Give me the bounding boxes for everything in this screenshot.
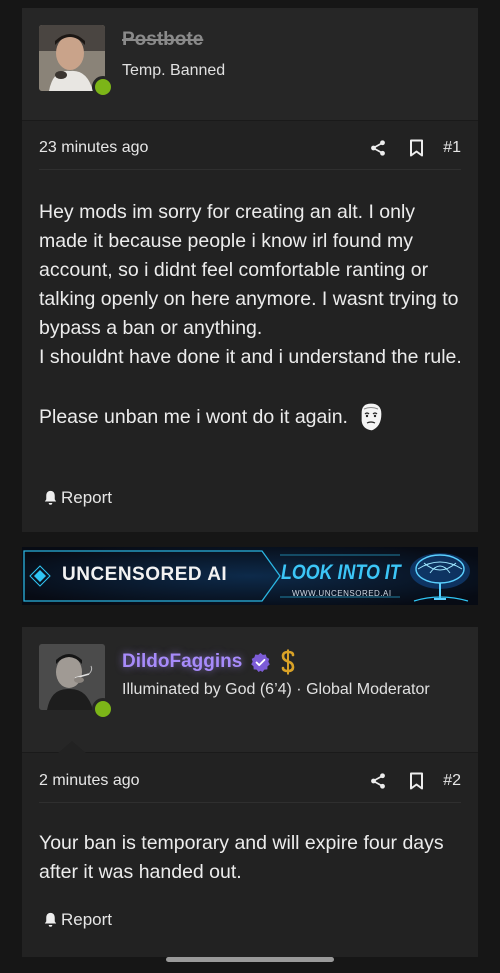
post-timestamp[interactable]: 23 minutes ago [39, 139, 359, 157]
post-paragraph: Hey mods im sorry for creating an alt. I… [39, 201, 459, 339]
online-status-dot [92, 698, 114, 720]
post-timestamp[interactable]: 2 minutes ago [39, 772, 359, 790]
ad-cta-text: LOOK INTO IT [281, 561, 401, 584]
username[interactable]: Postbote [122, 29, 203, 51]
post-number-link[interactable]: #1 [443, 139, 461, 157]
dollar-icon [280, 649, 296, 675]
report-label: Report [61, 910, 113, 929]
ad-brand-text: UNCENSORED AI [62, 564, 228, 585]
share-icon[interactable] [359, 772, 397, 790]
post-meta-row: 2 minutes ago #2 [39, 759, 461, 803]
bookmark-icon[interactable] [397, 139, 435, 157]
post-paragraph-text: Please unban me i wont do it again. [39, 405, 348, 428]
header-pointer [58, 741, 86, 753]
verified-badge-icon [250, 652, 271, 673]
ad-url-text: WWW.UNCENSORED.AI [292, 589, 392, 598]
post-body: Your ban is temporary and will expire fo… [39, 829, 463, 887]
bookmark-icon[interactable] [397, 772, 435, 790]
report-label: Report [61, 488, 113, 507]
post-paragraph: Please unban me i wont do it again. [39, 401, 463, 433]
report-button[interactable]: Report [42, 910, 112, 930]
report-button[interactable]: Report [42, 488, 112, 508]
online-status-dot [92, 76, 114, 98]
post-paragraph: I shouldnt have done it and i understand… [39, 346, 462, 368]
post-number-link[interactable]: #2 [443, 772, 461, 790]
home-indicator[interactable] [166, 957, 334, 962]
ad-banner[interactable]: UNCENSORED AI LOOK INTO IT WWW.UNCENSORE… [22, 547, 478, 605]
post-paragraph: Your ban is temporary and will expire fo… [39, 832, 444, 883]
username-text: DildoFaggins [122, 651, 243, 672]
share-icon[interactable] [359, 139, 397, 157]
bell-icon [42, 489, 59, 507]
user-title: Illuminated by God (6’4) · Global Modera… [122, 681, 430, 698]
post-2: DildoFaggins Illuminated by God (6’4) · … [22, 627, 478, 957]
username[interactable]: DildoFaggins [122, 649, 296, 675]
bell-icon [42, 911, 59, 929]
post-meta-row: 23 minutes ago #1 [39, 126, 461, 170]
user-title: Temp. Banned [122, 62, 226, 79]
post-1-user-header: Postbote Temp. Banned [22, 8, 478, 121]
post-2-user-header: DildoFaggins Illuminated by God (6’4) · … [22, 627, 478, 753]
pepe-face-icon [358, 401, 384, 433]
post-1: Postbote Temp. Banned 23 minutes ago #1 … [22, 8, 478, 532]
post-body: Hey mods im sorry for creating an alt. I… [39, 198, 463, 433]
